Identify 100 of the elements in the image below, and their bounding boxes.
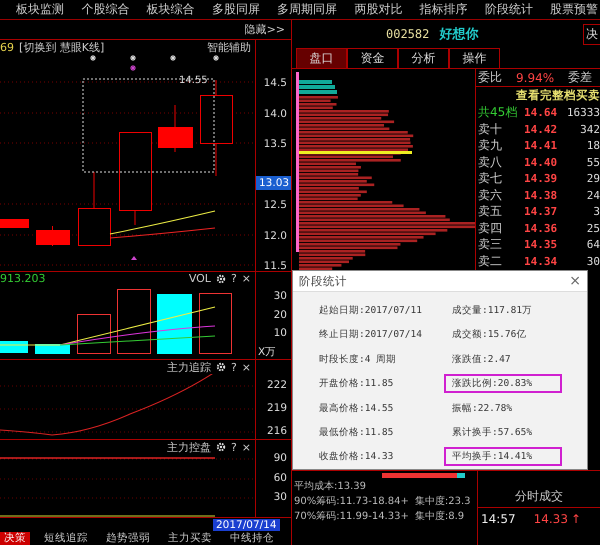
settings-icon bbox=[216, 362, 226, 372]
axis-label: 60 bbox=[274, 472, 287, 484]
dialog-title: 阶段统计 bbox=[299, 274, 347, 289]
order-price: 14.37 bbox=[524, 205, 558, 218]
bottom-tab[interactable]: 趋势强弱 bbox=[102, 532, 154, 545]
order-price: 14.36 bbox=[524, 222, 558, 234]
hide-button[interactable]: 隐藏>> bbox=[244, 22, 285, 37]
settings-icon bbox=[216, 274, 226, 284]
help-button[interactable]: ? bbox=[230, 440, 237, 454]
order-price: 14.34 bbox=[524, 254, 558, 268]
panel-tab[interactable]: 盘口 bbox=[296, 48, 347, 68]
indicator-title: 主力控盘 bbox=[166, 440, 211, 454]
order-label: 卖七 bbox=[478, 170, 503, 187]
order-label: 卖五 bbox=[478, 203, 503, 220]
menu-item[interactable]: 阶段统计 bbox=[482, 1, 535, 18]
panel-tab[interactable]: 资金 bbox=[347, 48, 398, 68]
axis-label: 30 bbox=[274, 491, 287, 503]
axis-label: 30 bbox=[274, 290, 287, 302]
stat-item: 成交量:117.81万 bbox=[451, 304, 534, 318]
order-label: 卖十 bbox=[478, 120, 503, 138]
side-button[interactable]: 决 bbox=[583, 24, 600, 44]
order-volume: 55 bbox=[586, 156, 600, 168]
axis-label: 14.5 bbox=[264, 77, 287, 89]
stat-item: 成交额:15.76亿 bbox=[451, 328, 528, 342]
ticks-title: 分时成交 bbox=[515, 488, 563, 504]
axis-label: 13.5 bbox=[264, 138, 287, 150]
diff-label: 委差 bbox=[568, 69, 592, 86]
axis-label: 219 bbox=[266, 402, 287, 414]
menu-item[interactable]: 板块综合 bbox=[144, 1, 196, 18]
concentration: 集中度:8.9 bbox=[414, 510, 464, 523]
menu-item[interactable]: 个股综合 bbox=[79, 1, 132, 18]
indicator-title: 主力追踪 bbox=[166, 360, 211, 374]
triangle-marker-icon bbox=[131, 256, 137, 260]
close-button[interactable]: × bbox=[569, 273, 581, 290]
asterisk-icon bbox=[130, 54, 136, 62]
stat-item: 振幅:22.78% bbox=[451, 402, 514, 416]
bottom-tab[interactable]: 短线追踪 bbox=[40, 532, 92, 545]
candlestick bbox=[158, 104, 193, 152]
order-label: 卖九 bbox=[478, 137, 503, 154]
ratio-label: 委比 bbox=[478, 69, 502, 86]
tick-time: 14:57 bbox=[481, 512, 516, 526]
menu-item[interactable]: 两股对比 bbox=[352, 1, 404, 18]
close-button[interactable]: × bbox=[242, 272, 251, 286]
help-button[interactable]: ? bbox=[230, 272, 237, 286]
order-volume: 29 bbox=[586, 172, 600, 185]
stat-item: 涨跌值:2.47 bbox=[451, 352, 512, 367]
volume-reading: 913.203 bbox=[0, 272, 46, 286]
stat-item: 时段长度:4 周期 bbox=[318, 352, 398, 367]
stat-item: 最低价格:11.85 bbox=[318, 426, 394, 440]
chip-range: 90%筹码:11.73-18.84+ bbox=[294, 495, 409, 508]
order-label: 卖四 bbox=[478, 220, 503, 236]
help-button[interactable]: ? bbox=[230, 360, 237, 374]
bottom-tab[interactable]: 决策 bbox=[0, 532, 30, 545]
axis-label: 10 bbox=[274, 327, 287, 339]
indicator-title: VOL bbox=[188, 272, 211, 286]
order-price: 14.42 bbox=[524, 122, 558, 136]
order-label: 卖二 bbox=[478, 252, 503, 270]
ratio-value: 9.94% bbox=[516, 70, 554, 84]
panel-tab[interactable]: 分析 bbox=[398, 48, 449, 68]
menu-item[interactable]: 股票预警 bbox=[548, 1, 600, 18]
menu-item[interactable]: 指标排序 bbox=[418, 1, 470, 18]
asterisk-icon bbox=[130, 64, 136, 72]
indicator-value: 69 bbox=[0, 40, 14, 54]
unit-label: X万 bbox=[258, 345, 276, 359]
bottom-tab[interactable]: 中线持仓 bbox=[226, 532, 278, 545]
menu-item[interactable]: 多周期同屏 bbox=[275, 1, 339, 18]
asterisk-icon bbox=[212, 54, 220, 62]
chip-range: 70%筹码:11.99-14.33+ bbox=[294, 510, 409, 523]
average-cost: 平均成本:13.39 bbox=[294, 480, 367, 493]
stat-item: 收盘价格:14.33 bbox=[318, 450, 394, 464]
settings-icon bbox=[216, 442, 226, 452]
axis-label: 12.0 bbox=[264, 230, 287, 242]
current-price-label: 13.03 bbox=[256, 176, 291, 190]
panel-tab[interactable]: 操作 bbox=[449, 48, 500, 68]
asterisk-icon bbox=[90, 54, 96, 62]
menu-item[interactable]: 多股同屏 bbox=[210, 1, 262, 18]
assist-label[interactable]: 智能辅助 bbox=[207, 40, 251, 54]
order-price: 14.38 bbox=[524, 188, 558, 202]
candlestick bbox=[0, 219, 29, 228]
axis-label: 11.5 bbox=[264, 260, 287, 272]
order-price: 14.35 bbox=[524, 238, 558, 251]
order-volume: 30 bbox=[586, 254, 600, 268]
switch-link[interactable]: [切换到 慧眼K线] bbox=[19, 40, 104, 54]
order-volume: 64 bbox=[586, 238, 600, 251]
menu-item[interactable]: 板块监测 bbox=[14, 1, 66, 18]
full-depth-link[interactable]: 查看完整档买卖 bbox=[516, 88, 600, 103]
order-volume: 18 bbox=[586, 139, 600, 152]
date-label: 2017/07/14 bbox=[213, 519, 280, 531]
close-button[interactable]: × bbox=[242, 360, 251, 374]
order-label: 卖八 bbox=[478, 154, 503, 170]
concentration: 集中度:23.3 bbox=[414, 494, 470, 508]
bottom-tab[interactable]: 主力买卖 bbox=[164, 532, 216, 545]
order-volume: 16333 bbox=[566, 106, 600, 119]
order-volume: 3 bbox=[592, 205, 600, 218]
close-button[interactable]: × bbox=[242, 440, 251, 454]
up-arrow-icon: ↑ bbox=[570, 512, 582, 526]
axis-label: 222 bbox=[266, 379, 287, 391]
order-label: 共45档 bbox=[478, 104, 518, 121]
stat-item: 涨跌比例:20.83% bbox=[444, 374, 562, 394]
axis-label: 14.0 bbox=[264, 108, 287, 120]
